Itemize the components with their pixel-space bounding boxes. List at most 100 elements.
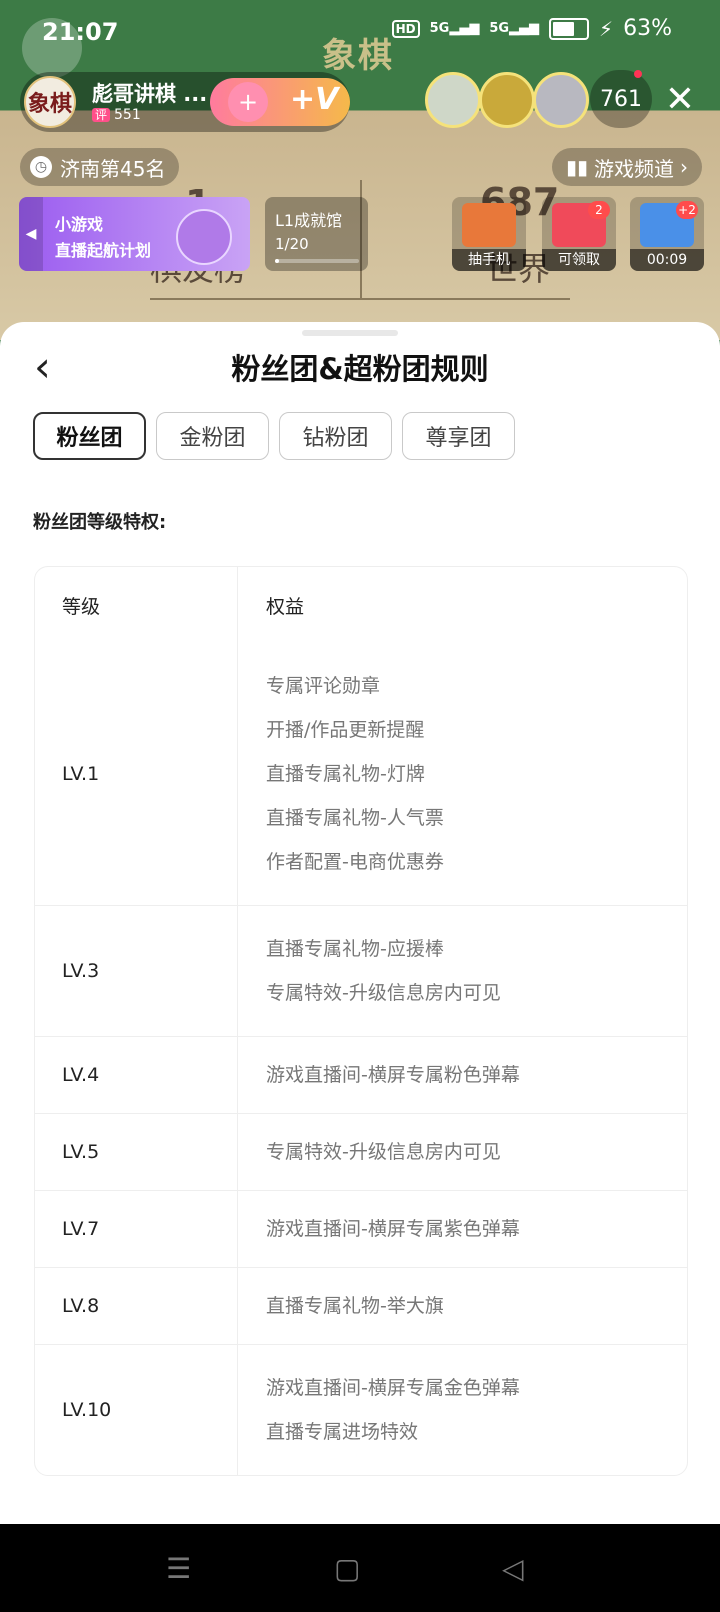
benefits-cell: 直播专属礼物-应援棒 专属特效-升级信息房内可见 [238,906,687,1036]
header-benefits: 权益 [266,595,305,618]
benefit-item: 直播专属礼物-人气票 [266,807,444,829]
menu-icon[interactable]: ☰ [166,1552,191,1585]
rank-label: 济南第45名 [60,156,166,181]
benefits-cell: 游戏直播间-横屏专属粉色弹幕 [238,1037,687,1113]
signal-icon: 5G▂▄▆ [429,21,480,36]
tab-gold-fan[interactable]: 金粉团 [156,412,269,460]
level-cell: LV.1 [35,643,238,905]
achievement-title: L1成就馆 [275,211,343,230]
viewer-avatar[interactable] [479,72,535,128]
plus-v-icon: +V [290,82,339,117]
badge-count: +2 [676,201,698,219]
benefit-item: 游戏直播间-横屏专属金色弹幕 [266,1377,520,1399]
task-timer[interactable]: +2 00:09 [630,197,704,271]
benefit-item: 直播专属礼物-灯牌 [266,763,425,785]
viewer-avatar[interactable] [425,72,481,128]
badge-count: 2 [588,201,610,219]
promo-line1: 小游戏 [55,215,104,234]
privilege-table: 等级 权益 LV.1 专属评论勋章 开播/作品更新提醒 直播专属礼物-灯牌 直播专属礼物… [34,566,688,1476]
mini-game-promo-banner[interactable]: ◀ 小游戏 直播起航计划 [19,197,250,271]
heart-plus-icon: + [228,82,268,122]
table-row: LV.4 游戏直播间-横屏专属粉色弹幕 [35,1036,687,1113]
channel-label: 游戏频道 [594,156,675,181]
host-info[interactable]: 象棋 彪哥讲棋 ... 评 551 + +V [20,72,350,132]
home-icon[interactable]: ▢ [334,1552,360,1585]
table-row: LV.8 直播专属礼物-举大旗 [35,1267,687,1344]
benefits-cell: 专属评论勋章开播/作品更新提醒 直播专属礼物-灯牌 直播专属礼物-人气票 作者配置-电… [238,643,687,905]
system-nav-bar: ☰ ▢ ◁ [0,1524,720,1612]
benefit-item: 游戏直播间-横屏专属紫色弹幕 [266,1217,520,1240]
host-name: 彪哥讲棋 ... [92,82,208,106]
follow-button[interactable]: + +V [210,78,350,126]
back-icon[interactable]: ‹ [34,342,74,392]
sheet-drag-handle[interactable] [302,330,398,336]
status-bar: 21:07 HD 5G▂▄▆ 5G▂▄▆ ⚡ 63% [0,0,720,60]
host-avatar[interactable]: 象棋 [24,76,76,128]
benefits-cell: 直播专属礼物-举大旗 [238,1268,687,1344]
benefit-item: 游戏直播间-横屏专属粉色弹幕 [266,1063,520,1086]
tab-diamond-fan[interactable]: 钻粉团 [279,412,392,460]
benefit-item: 作者配置-电商优惠券 [266,851,444,873]
tab-fan-club[interactable]: 粉丝团 [33,412,146,460]
task-claimable[interactable]: 2 可领取 [542,197,616,271]
level-cell: LV.8 [35,1268,238,1344]
level-cell: LV.3 [35,906,238,1036]
table-row: LV.10 游戏直播间-横屏专属金色弹幕 直播专属进场特效 [35,1344,687,1475]
game-channel-button[interactable]: ▮▮ 游戏频道 › [552,148,703,186]
score-tag: 评 [92,108,111,122]
hd-icon: HD [391,19,420,38]
achievement-progress-bar [275,259,359,263]
level-cell: LV.5 [35,1114,238,1190]
sheet-title: 粉丝团&超粉团规则 [231,352,489,386]
promo-line2: 直播起航计划 [55,241,152,260]
bar-chart-icon: ▮▮ [566,155,589,179]
viewer-count-value: 761 [600,86,642,112]
table-row: LV.1 专属评论勋章 开播/作品更新提醒 直播专属礼物-灯牌 直播专属礼物-人气票 作者… [35,643,687,905]
tab-premium-fan[interactable]: 尊享团 [402,412,515,460]
table-row: LV.7 游戏直播间-横屏专属紫色弹幕 [35,1190,687,1267]
task-label: 00:09 [630,249,704,271]
section-title: 粉丝团等级特权: [33,512,167,533]
back-triangle-icon[interactable]: ◁ [502,1552,524,1585]
benefits-cell: 专属特效-升级信息房内可见 [238,1114,687,1190]
benefits-cell: 游戏直播间-横屏专属紫色弹幕 [238,1191,687,1267]
benefit-item: 专属特效-升级信息房内可见 [266,1140,501,1163]
table-header: 等级 权益 [35,567,687,643]
status-time: 21:07 [42,18,119,46]
task-label: 可领取 [542,249,616,271]
benefits-cell: 游戏直播间-横屏专属金色弹幕 直播专属进场特效 [238,1345,687,1475]
battery-percent: 63% [623,16,672,41]
fan-club-rules-sheet: 粉丝团&超粉团规则 ‹ 粉丝团 金粉团 钻粉团 尊享团 粉丝团等级特权: 等级 … [0,322,720,1524]
achievement-hall[interactable]: L1成就馆 1/20 [265,197,368,271]
benefit-item: 直播专属进场特效 [266,1421,419,1443]
viewer-avatar[interactable] [533,72,589,128]
chevron-right-icon: › [680,155,689,179]
achievement-progress: 1/20 [275,235,309,253]
battery-icon [549,17,590,40]
level-cell: LV.10 [35,1345,238,1475]
clock-icon: ◷ [30,156,52,178]
city-rank-badge[interactable]: ◷ 济南第45名 [20,148,180,186]
host-score: 评 551 [92,106,141,123]
benefit-item: 开播/作品更新提醒 [266,719,425,741]
viewer-count[interactable]: 761 [590,70,652,128]
task-draw-phone[interactable]: 抽手机 [452,197,526,271]
close-icon[interactable]: ✕ [660,80,700,120]
table-row: LV.5 专属特效-升级信息房内可见 [35,1113,687,1190]
signal-icon: 5G▂▄▆ [489,21,540,36]
mascot-icon [176,209,232,265]
arrow-left-icon: ◀ [19,197,43,271]
charging-icon: ⚡ [599,16,614,41]
score-value: 551 [114,107,141,123]
benefit-item: 专属评论勋章 [266,675,381,697]
header-level: 等级 [35,567,238,643]
tier-tabs: 粉丝团 金粉团 钻粉团 尊享团 [33,412,515,460]
benefit-item: 直播专属礼物-举大旗 [266,1294,444,1317]
notification-dot [634,70,642,78]
level-cell: LV.7 [35,1191,238,1267]
table-row: LV.3 直播专属礼物-应援棒 专属特效-升级信息房内可见 [35,905,687,1036]
task-label: 抽手机 [452,249,526,271]
phone-icon [462,203,516,247]
benefit-item: 专属特效-升级信息房内可见 [266,982,501,1004]
level-cell: LV.4 [35,1037,238,1113]
